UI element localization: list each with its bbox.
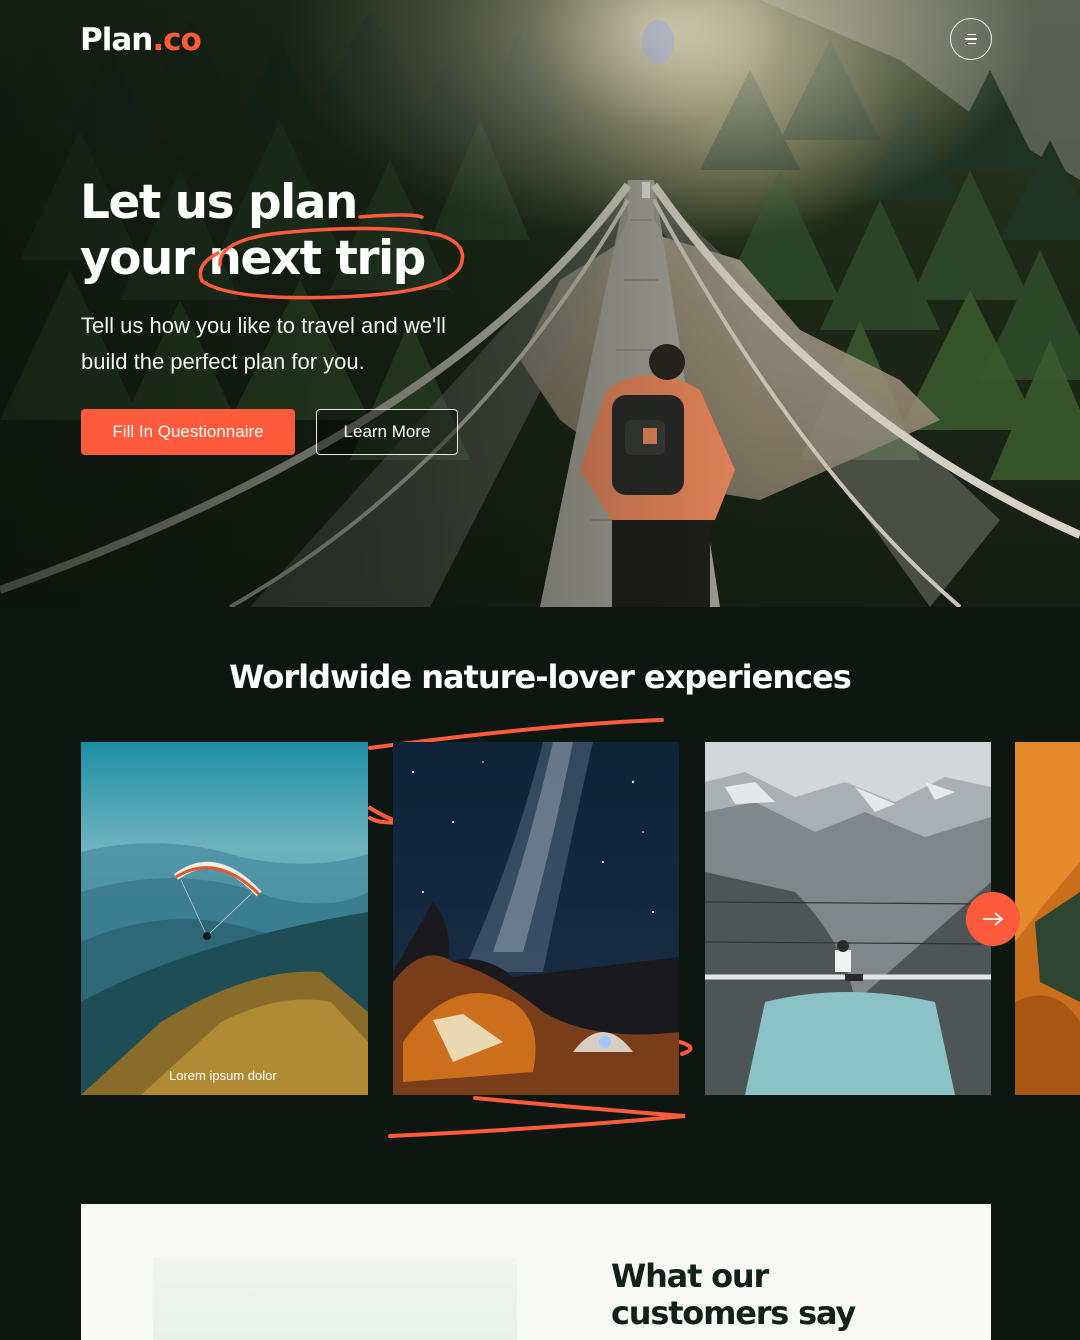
experience-card[interactable] <box>1015 742 1080 1095</box>
testimonials-heading: What our customers say <box>611 1257 856 1332</box>
hero-title-line-2: your next trip <box>80 231 426 286</box>
suspension-bridge-lake-image <box>705 742 991 1095</box>
hero-subtitle: Tell us how you like to travel and we'll… <box>81 313 446 374</box>
arrow-right-icon <box>983 912 1004 926</box>
hamburger-menu-icon <box>966 33 976 36</box>
learn-more-button[interactable]: Learn More <box>316 409 458 455</box>
brand-logo[interactable]: Plan.co <box>80 22 202 58</box>
testimonial-image <box>153 1258 517 1340</box>
hero-title-line-1: Let us plan <box>80 175 358 230</box>
experiences-heading: Worldwide nature-lover experiences <box>229 658 852 696</box>
tent-interior-image <box>1015 742 1080 1095</box>
hero-title: Let us plan your next trip <box>80 175 426 287</box>
next-slide-button[interactable] <box>966 892 1020 946</box>
experience-card[interactable] <box>393 742 679 1095</box>
hero-overlay <box>0 0 1080 607</box>
paragliding-image <box>81 742 368 1095</box>
card-caption: Lorem ipsum dolor <box>169 1068 277 1083</box>
testimonials-section: What our customers say <box>81 1204 991 1340</box>
menu-button[interactable] <box>950 18 992 60</box>
milky-way-camping-image <box>393 742 679 1095</box>
hero-section: Plan.co Let us plan your next trip Tell … <box>0 0 1080 607</box>
experience-card[interactable]: Lorem ipsum dolor <box>81 742 368 1095</box>
fill-questionnaire-button[interactable]: Fill In Questionnaire <box>81 409 295 455</box>
experience-card[interactable] <box>705 742 991 1095</box>
